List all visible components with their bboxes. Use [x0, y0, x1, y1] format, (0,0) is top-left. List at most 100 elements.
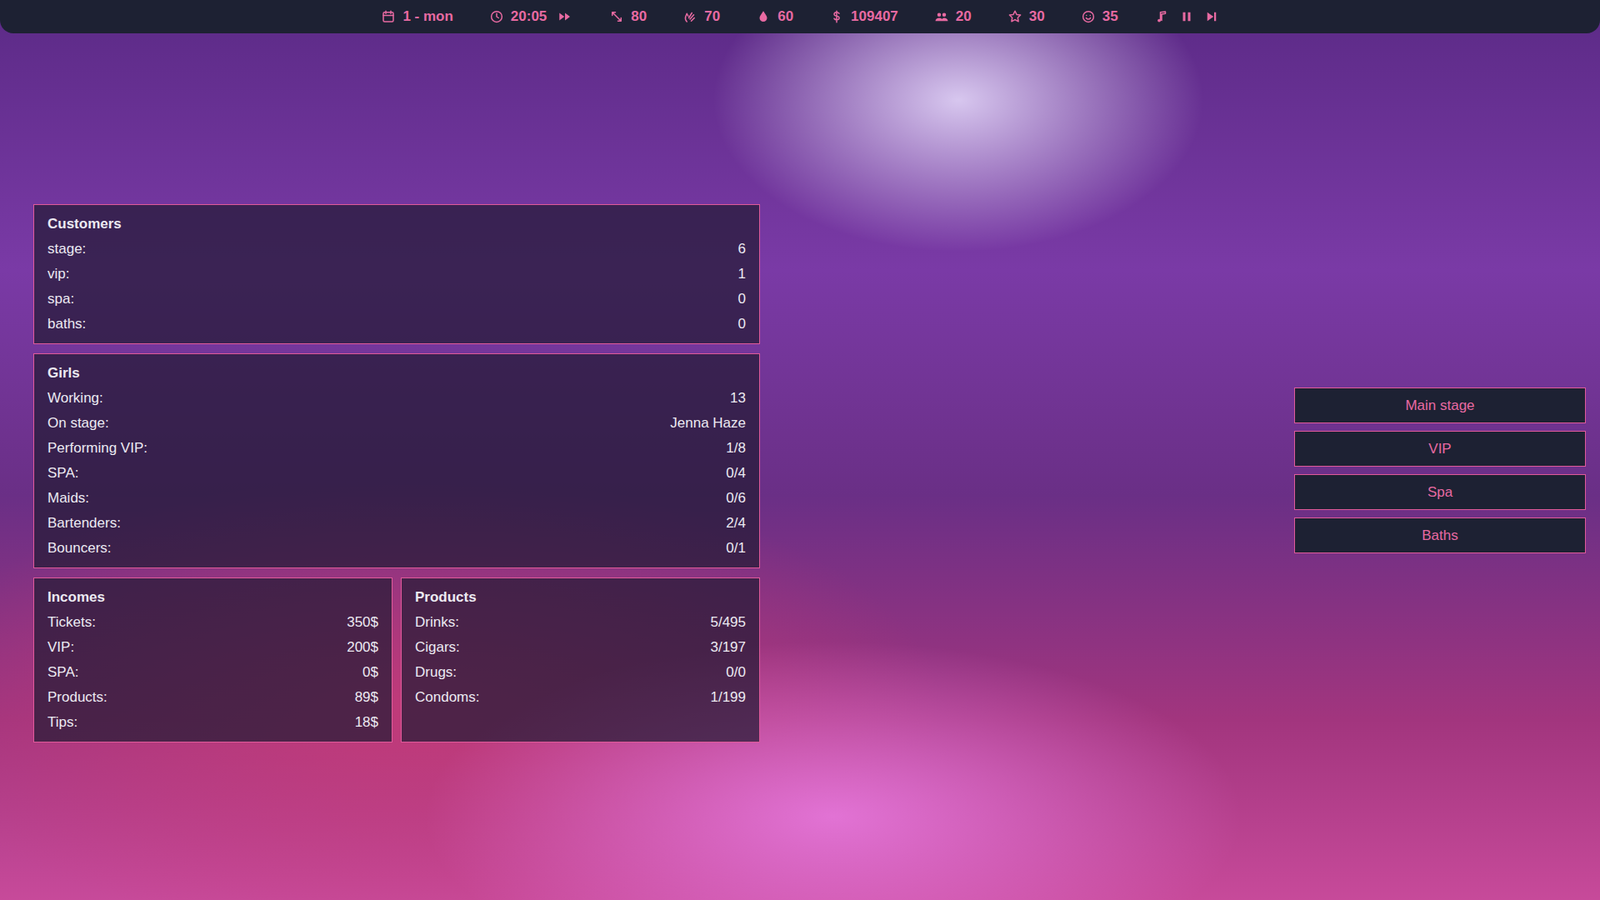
- stat-row: On stage: Jenna Haze: [47, 410, 746, 436]
- stat: 35: [1080, 8, 1119, 25]
- row-value: 0/4: [725, 465, 746, 482]
- stat-value: 20:05: [510, 8, 547, 25]
- stat-value: 109407: [850, 8, 899, 25]
- hands-icon: [682, 9, 698, 25]
- stat-row: Drinks: 5/495: [415, 610, 746, 635]
- row-label: Tickets:: [47, 614, 96, 631]
- row-value: 0: [738, 315, 746, 333]
- stat-value: 70: [704, 8, 720, 25]
- panel-title: Girls: [47, 360, 746, 386]
- stat: 109407: [829, 8, 899, 25]
- row-label: Condoms:: [415, 689, 480, 706]
- stat-row: VIP: 200$: [47, 635, 379, 660]
- stat-row: vip: 1: [47, 261, 746, 287]
- stat-row: Working: 13: [47, 385, 746, 411]
- row-value: 89$: [355, 689, 379, 706]
- drop-icon: [755, 9, 771, 25]
- row-label: baths:: [47, 315, 86, 333]
- row-label: Bouncers:: [47, 540, 112, 557]
- row-value: 5/495: [710, 614, 746, 631]
- incomes-panel: Incomes Tickets: 350$ VIP: 200$ SPA: 0$ Product…: [33, 577, 393, 743]
- row-value: 350$: [346, 614, 379, 631]
- stat-row: Maids: 0/6: [47, 485, 746, 511]
- row-value: 0/6: [725, 490, 746, 507]
- stat-value: 1 - mon: [402, 8, 453, 25]
- row-label: spa:: [47, 290, 75, 308]
- row-label: Performing VIP:: [47, 440, 148, 457]
- row-label: stage:: [47, 240, 86, 258]
- stat-row: baths: 0: [47, 311, 746, 337]
- people-icon: [934, 9, 950, 25]
- row-label: Cigars:: [415, 639, 460, 656]
- stat-row: stage: 6: [47, 236, 746, 262]
- stat-row: Products: 89$: [47, 685, 379, 710]
- panel-title: Products: [415, 585, 746, 610]
- row-value: 6: [738, 240, 746, 258]
- stat-row: spa: 0: [47, 286, 746, 312]
- row-value: 3/197: [710, 639, 746, 656]
- row-label: Working:: [47, 390, 104, 407]
- star-icon: [1007, 9, 1023, 25]
- panel-title: Incomes: [47, 585, 379, 610]
- stat: 20: [934, 8, 972, 25]
- stat-row: Condoms: 1/199: [415, 685, 746, 710]
- stat-row: Bartenders: 2/4: [47, 510, 746, 536]
- row-value: 1: [738, 265, 746, 283]
- pause-icon[interactable]: [1179, 9, 1195, 25]
- stat: 60: [755, 8, 794, 25]
- row-label: vip:: [47, 265, 70, 283]
- stat-row: Tips: 18$: [47, 710, 379, 735]
- stat-value: 30: [1029, 8, 1045, 25]
- stat-row: Tickets: 350$: [47, 610, 379, 635]
- row-label: Bartenders:: [47, 515, 121, 532]
- row-label: VIP:: [47, 639, 75, 656]
- panel-title: Customers: [47, 211, 746, 237]
- stat-value: 20: [955, 8, 972, 25]
- row-label: SPA:: [47, 465, 79, 482]
- products-panel: Products Drinks: 5/495 Cigars: 3/197 Drugs: 0/…: [400, 577, 760, 743]
- dollar-icon: [829, 9, 845, 25]
- stat: 70: [682, 8, 720, 25]
- row-value: 200$: [346, 639, 379, 656]
- row-label: Drugs:: [415, 664, 457, 681]
- row-label: Maids:: [47, 490, 90, 507]
- girls-panel: Girls Working: 13 On stage: Jenna Haze Perfor…: [33, 353, 760, 569]
- row-value: Jenna Haze: [670, 415, 746, 432]
- fast-forward-icon[interactable]: [556, 9, 574, 25]
- nav-menu: Main stage VIP Spa Baths: [1294, 387, 1586, 900]
- stat-row: SPA: 0$: [47, 660, 379, 685]
- row-value: 0/1: [725, 540, 746, 557]
- stat: 20:05: [489, 8, 574, 25]
- stat-value: 35: [1102, 8, 1119, 25]
- row-value: 1/199: [710, 689, 746, 706]
- stat-row: Bouncers: 0/1: [47, 535, 746, 561]
- stat-row: SPA: 0/4: [47, 460, 746, 486]
- row-value: 1/8: [725, 440, 746, 457]
- nav-button[interactable]: VIP: [1294, 430, 1586, 467]
- stat-row: Drugs: 0/0: [415, 660, 746, 685]
- customers-panel: Customers stage: 6 vip: 1 spa: 0 baths: 0: [33, 204, 760, 345]
- top-bar: 1 - mon 20:05 80 70 60 109407 20 30 35: [0, 0, 1600, 34]
- row-label: Tips:: [47, 714, 78, 731]
- row-value: 0: [738, 290, 746, 308]
- skip-icon[interactable]: [1204, 9, 1220, 25]
- row-label: Drinks:: [415, 614, 460, 631]
- row-label: On stage:: [47, 415, 110, 432]
- nav-button[interactable]: Spa: [1294, 474, 1586, 510]
- arrows-icon: [609, 9, 625, 25]
- row-label: SPA:: [47, 664, 79, 681]
- nav-button[interactable]: Baths: [1294, 517, 1586, 554]
- music-note-icon[interactable]: [1154, 9, 1170, 25]
- smile-icon: [1080, 9, 1096, 25]
- row-value: 0/0: [725, 664, 746, 681]
- row-value: 13: [730, 390, 746, 407]
- row-value: 18$: [355, 714, 379, 731]
- row-label: Products:: [47, 689, 108, 706]
- row-value: 0$: [362, 664, 379, 681]
- stat: 80: [609, 8, 647, 25]
- nav-button[interactable]: Main stage: [1294, 387, 1586, 424]
- stat-value: 80: [630, 8, 647, 25]
- stat: 1 - mon: [380, 8, 453, 25]
- row-value: 2/4: [725, 515, 746, 532]
- calendar-icon: [380, 9, 396, 25]
